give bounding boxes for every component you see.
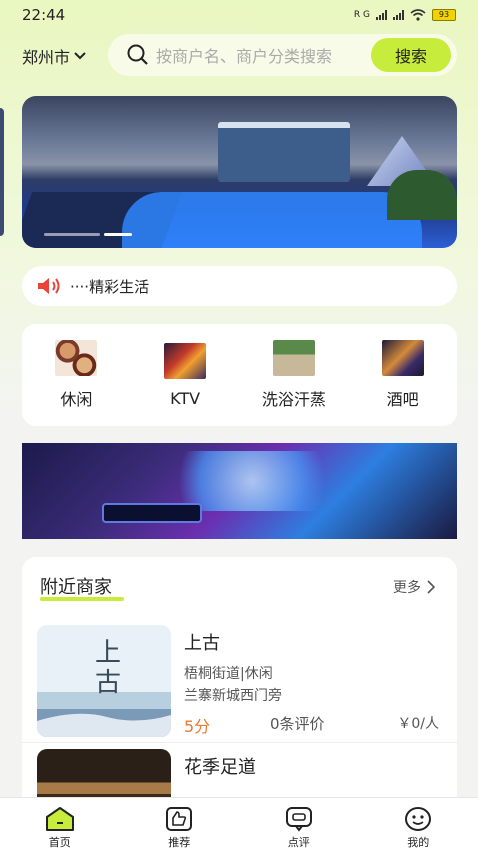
search-icon xyxy=(127,44,148,65)
category-bath[interactable]: 洗浴汗蒸 xyxy=(244,340,344,410)
signal-icon xyxy=(393,10,404,20)
signal-icon xyxy=(376,10,387,20)
category-bar[interactable]: 酒吧 xyxy=(353,340,453,410)
category-image xyxy=(381,340,424,376)
tab-recommend[interactable]: 推荐 xyxy=(129,798,229,850)
category-label: 酒吧 xyxy=(386,390,419,409)
svg-text:上: 上 xyxy=(95,638,121,668)
smiley-icon xyxy=(405,807,432,831)
tab-review[interactable]: 点评 xyxy=(249,798,349,850)
search-button[interactable]: 搜索 xyxy=(371,38,451,72)
banner-carousel[interactable] xyxy=(22,96,457,248)
tab-label: 点评 xyxy=(287,836,310,849)
notice-text: ····精彩生活 xyxy=(70,277,150,296)
category-image xyxy=(55,340,98,376)
shop-price: ￥0/人 xyxy=(397,716,439,732)
top-bar: 郑州市 按商户名、商户分类搜索 搜索 xyxy=(0,34,478,76)
chevron-right-icon xyxy=(427,580,435,594)
shop-logo-icon: 上古 xyxy=(37,638,171,737)
section-header: 附近商家 更多 xyxy=(22,557,457,619)
shop-card[interactable]: 上古 上古 梧桐街道|休闲 兰寨新城西门旁 5分 0条评价 ￥0/人 xyxy=(22,619,457,743)
category-label: 洗浴汗蒸 xyxy=(261,390,326,409)
tab-mine[interactable]: 我的 xyxy=(368,798,468,850)
promo-image xyxy=(152,451,352,511)
tab-bar: 首页 推荐 点评 我的 xyxy=(0,797,478,850)
title-underline xyxy=(40,597,124,601)
category-ktv[interactable]: KTV xyxy=(135,342,235,408)
category-image xyxy=(164,342,207,379)
search-box[interactable]: 按商户名、商户分类搜索 搜索 xyxy=(108,34,457,76)
carousel-indicator xyxy=(44,233,132,236)
section-title: 附近商家 xyxy=(40,577,112,598)
shop-address: 梧桐街道|休闲 xyxy=(184,666,273,682)
status-time: 22:44 xyxy=(22,6,66,24)
nearby-section: 附近商家 更多 上古 上古 梧桐街道|休闲 兰寨新城西门旁 5分 0条评价 ￥0… xyxy=(22,557,457,807)
tab-label: 推荐 xyxy=(168,836,191,849)
category-grid: 休闲 KTV 洗浴汗蒸 酒吧 xyxy=(22,324,457,426)
status-indicators: R G 93 xyxy=(354,9,456,21)
notice-bar[interactable]: ····精彩生活 xyxy=(22,266,457,306)
city-selector[interactable]: 郑州市 xyxy=(22,44,86,68)
carousel-dot-active xyxy=(104,233,132,236)
city-label: 郑州市 xyxy=(22,48,71,67)
tab-home[interactable]: 首页 xyxy=(10,798,110,850)
carousel-dot xyxy=(44,233,100,236)
promo-banner[interactable] xyxy=(22,443,457,539)
tab-label: 我的 xyxy=(407,836,430,849)
shop-name: 上古 xyxy=(184,633,220,654)
home-icon xyxy=(45,807,74,831)
battery-icon: 93 xyxy=(432,9,456,21)
shop-rating: 5分 xyxy=(184,717,211,736)
category-label: KTV xyxy=(170,388,201,408)
comment-icon xyxy=(285,807,312,832)
chevron-down-icon xyxy=(74,52,86,60)
status-bar: 22:44 R G 93 xyxy=(0,0,478,30)
promo-image xyxy=(102,503,202,523)
search-input[interactable]: 按商户名、商户分类搜索 xyxy=(156,43,374,67)
banner-image xyxy=(122,192,422,248)
svg-text:古: 古 xyxy=(95,668,121,698)
signal-label: R G xyxy=(353,10,370,20)
banner-peek xyxy=(0,108,4,236)
banner-image xyxy=(387,170,457,220)
more-link[interactable]: 更多 xyxy=(393,577,435,597)
shop-address-detail: 兰寨新城西门旁 xyxy=(184,688,282,704)
category-image xyxy=(272,340,315,376)
tab-label: 首页 xyxy=(48,836,71,849)
banner-image xyxy=(218,122,350,182)
category-leisure[interactable]: 休闲 xyxy=(26,340,126,410)
more-label: 更多 xyxy=(393,580,421,596)
category-label: 休闲 xyxy=(60,390,93,409)
shop-reviews: 0条评价 xyxy=(270,715,325,733)
shop-name: 花季足道 xyxy=(184,757,256,778)
thumbs-up-icon xyxy=(166,807,193,831)
wifi-icon xyxy=(410,9,426,21)
shop-image: 上古 xyxy=(37,625,171,737)
speaker-icon xyxy=(38,278,60,294)
